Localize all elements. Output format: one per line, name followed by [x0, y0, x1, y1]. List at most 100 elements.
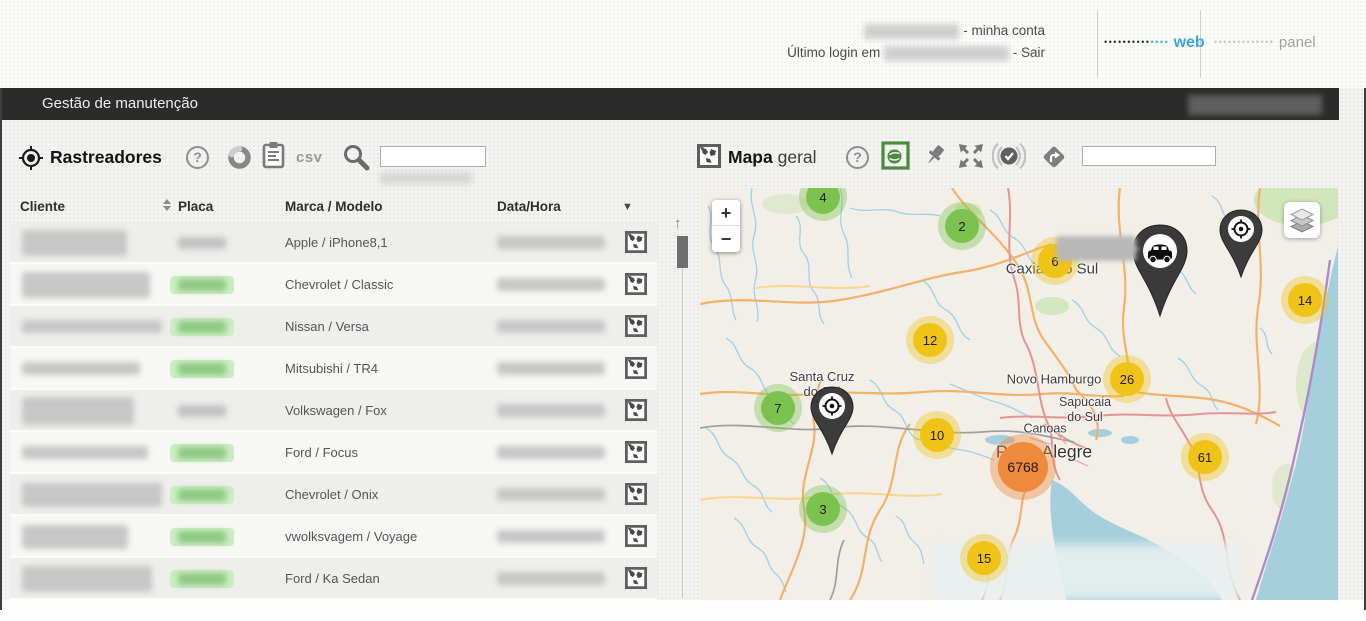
datetime-redacted — [497, 278, 605, 291]
brand-panel-name: panel — [1279, 34, 1316, 51]
layers-icon — [1284, 202, 1320, 238]
search-icon — [342, 143, 372, 173]
cluster-marker[interactable]: 15 — [967, 541, 1001, 575]
placa-badge — [174, 404, 230, 418]
locate-on-map-button[interactable] — [624, 231, 648, 255]
refresh-spinner-icon[interactable] — [227, 145, 252, 170]
brand-panel-logo[interactable]: ••••••••••••• panel — [1214, 34, 1316, 52]
area-select-globe-icon[interactable] — [880, 140, 911, 171]
table-row[interactable]: Chevrolet / Classic — [10, 264, 657, 306]
trackers-help-button[interactable]: ? — [186, 146, 209, 169]
cluster-marker[interactable]: 7 — [761, 391, 795, 425]
zoom-out-button[interactable]: − — [712, 226, 740, 252]
client-name-redacted — [22, 446, 148, 459]
map-search-input[interactable] — [1082, 146, 1216, 166]
cluster-count: 26 — [1120, 372, 1134, 387]
cluster-marker[interactable]: 10 — [920, 418, 954, 452]
sair-link[interactable]: - Sair — [1013, 45, 1045, 60]
locate-on-map-button[interactable] — [624, 357, 648, 381]
zoom-in-button[interactable]: + — [712, 200, 740, 226]
datetime-redacted — [497, 362, 605, 375]
minha-conta-link[interactable]: - minha conta — [963, 23, 1045, 38]
cluster-count: 6768 — [1007, 459, 1038, 475]
cluster-count: 14 — [1298, 293, 1312, 308]
datetime-redacted — [497, 404, 605, 417]
column-header-cliente[interactable]: Cliente — [20, 199, 65, 214]
signal-status-icon[interactable] — [992, 139, 1026, 173]
locate-on-map-button[interactable] — [624, 273, 648, 297]
marca-modelo: Ford / Focus — [285, 432, 358, 474]
cluster-marker[interactable]: 3 — [806, 492, 840, 526]
cluster-marker[interactable]: 2 — [945, 209, 979, 243]
locate-on-map-button[interactable] — [624, 567, 648, 591]
map-help-button[interactable]: ? — [846, 146, 869, 169]
titlebar-button-redacted[interactable] — [1188, 95, 1322, 115]
scrollbar-track[interactable] — [682, 268, 683, 598]
cluster-count: 7 — [774, 401, 781, 416]
table-row[interactable]: Nissan / Versa — [10, 306, 657, 348]
marca-modelo: Apple / iPhone8,1 — [285, 222, 388, 264]
datetime-redacted — [497, 236, 605, 249]
cluster-count: 10 — [930, 428, 944, 443]
marca-modelo: Mitsubishi / TR4 — [285, 348, 378, 390]
client-name-redacted — [22, 397, 134, 425]
table-row[interactable]: Mitsubishi / TR4 — [10, 348, 657, 390]
map[interactable]: Caxias do Sul Santa Cruzdo Sul Novo Hamb… — [700, 188, 1338, 600]
navigation-turn-icon[interactable] — [1040, 143, 1068, 171]
location-pin[interactable] — [1219, 209, 1263, 279]
brand-panel-dots: ••••••••••••• — [1214, 37, 1274, 47]
pushpin-icon[interactable] — [922, 142, 949, 169]
expand-fullscreen-icon[interactable] — [956, 141, 986, 171]
table-row[interactable]: Ford / Ka Sedan — [10, 558, 657, 600]
cluster-count: 61 — [1198, 450, 1212, 465]
column-header-data-hora[interactable]: Data/Hora — [497, 199, 561, 214]
zoom-control: + − — [712, 200, 740, 252]
cluster-marker[interactable]: 12 — [913, 323, 947, 357]
trackers-search-input[interactable] — [380, 146, 486, 167]
column-filter-icon[interactable]: ▼ — [622, 201, 633, 213]
location-pin[interactable] — [810, 386, 854, 456]
locate-on-map-button[interactable] — [624, 483, 648, 507]
locate-on-map-button[interactable] — [624, 525, 648, 549]
csv-export-button[interactable]: csv — [296, 149, 323, 166]
cluster-marker[interactable]: 6768 — [998, 442, 1048, 492]
cluster-count: 4 — [819, 190, 826, 205]
username-redacted — [864, 24, 959, 39]
layers-control[interactable] — [1284, 202, 1320, 238]
scrollbar-thumb[interactable] — [677, 236, 688, 268]
module-title: Gestão de manutenção — [42, 95, 198, 112]
client-name-redacted — [22, 362, 140, 375]
window-edge — [0, 88, 2, 610]
locate-on-map-button[interactable] — [624, 399, 648, 423]
scroll-up-arrow[interactable]: ↑ — [674, 215, 682, 232]
report-clipboard-icon[interactable] — [262, 141, 285, 169]
login-datetime-redacted — [884, 46, 1009, 61]
cluster-marker[interactable]: 26 — [1110, 362, 1144, 396]
vehicle-pin[interactable] — [1132, 224, 1188, 318]
locate-on-map-button[interactable] — [624, 441, 648, 465]
marca-modelo: Nissan / Versa — [285, 306, 369, 348]
table-row[interactable]: Ford / Focus — [10, 432, 657, 474]
table-row[interactable]: Volkswagen / Fox — [10, 390, 657, 432]
column-header-placa[interactable]: Placa — [178, 199, 213, 214]
client-name-redacted — [22, 566, 152, 592]
table-row[interactable]: Chevrolet / Onix — [10, 474, 657, 516]
datetime-redacted — [497, 530, 605, 543]
brand-web-logo[interactable]: •••••••••••••• web — [1104, 34, 1205, 52]
bottom-strip — [0, 600, 1366, 621]
top-header: - minha conta Último login em - Sair •••… — [0, 0, 1366, 88]
cluster-marker[interactable]: 61 — [1188, 440, 1222, 474]
table-row[interactable]: vwolksvagem / Voyage — [10, 516, 657, 558]
sort-icon[interactable] — [163, 199, 172, 215]
placa-badge — [174, 236, 230, 250]
column-header-marca-modelo[interactable]: Marca / Modelo — [285, 199, 383, 214]
placa-badge — [170, 318, 234, 336]
table-row[interactable]: Apple / iPhone8,1 — [10, 222, 657, 264]
locate-on-map-button[interactable] — [624, 315, 648, 339]
placa-badge — [170, 276, 234, 294]
datetime-redacted — [497, 572, 605, 585]
cluster-marker[interactable]: 14 — [1288, 283, 1322, 317]
marca-modelo: Chevrolet / Onix — [285, 474, 378, 516]
placa-badge — [170, 444, 234, 462]
search-hint-redacted — [380, 172, 472, 184]
